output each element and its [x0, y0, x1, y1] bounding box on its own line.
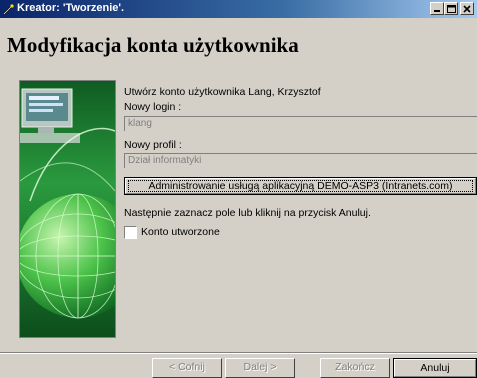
maximize-icon: [447, 5, 456, 13]
instruction-text: Następnie zaznacz pole lub kliknij na pr…: [124, 207, 371, 219]
login-field: klang: [124, 116, 477, 131]
minimize-button[interactable]: [430, 2, 444, 15]
account-created-checkbox[interactable]: [124, 226, 137, 239]
service-admin-button[interactable]: Administrowanie usługą aplikacyjną DEMO-…: [124, 177, 477, 195]
globe-computer-illustration: [20, 81, 115, 337]
wizard-picture: [19, 80, 116, 338]
cancel-button[interactable]: Anuluj: [393, 358, 477, 378]
account-created-label[interactable]: Konto utworzone: [141, 226, 220, 238]
finish-button[interactable]: Zakończ: [320, 358, 390, 378]
minimize-icon: [434, 10, 440, 12]
page-title: Modyfikacja konta użytkownika: [7, 33, 299, 57]
window-title: Kreator: 'Tworzenie'.: [17, 2, 125, 14]
intro-text: Utwórz konto użytkownika Lang, Krzysztof: [124, 86, 321, 98]
wizard-wand-icon: [3, 4, 14, 15]
profile-value: Dział informatyki: [128, 155, 202, 166]
profile-field: Dział informatyki: [124, 153, 477, 168]
button-separator-highlight: [0, 353, 477, 354]
maximize-button[interactable]: [444, 2, 458, 15]
login-value: klang: [128, 118, 152, 129]
profile-label: Nowy profil :: [124, 139, 182, 151]
back-button[interactable]: < Cofnij: [152, 358, 222, 378]
service-admin-button-label: Administrowanie usługą aplikacyjną DEMO-…: [125, 178, 476, 194]
next-button[interactable]: Dalej >: [225, 358, 295, 378]
close-button[interactable]: [460, 2, 474, 15]
title-bar[interactable]: Kreator: 'Tworzenie'.: [0, 0, 477, 18]
close-icon: [463, 5, 471, 13]
cancel-button-label: Anuluj: [394, 359, 476, 377]
login-label: Nowy login :: [124, 101, 182, 113]
